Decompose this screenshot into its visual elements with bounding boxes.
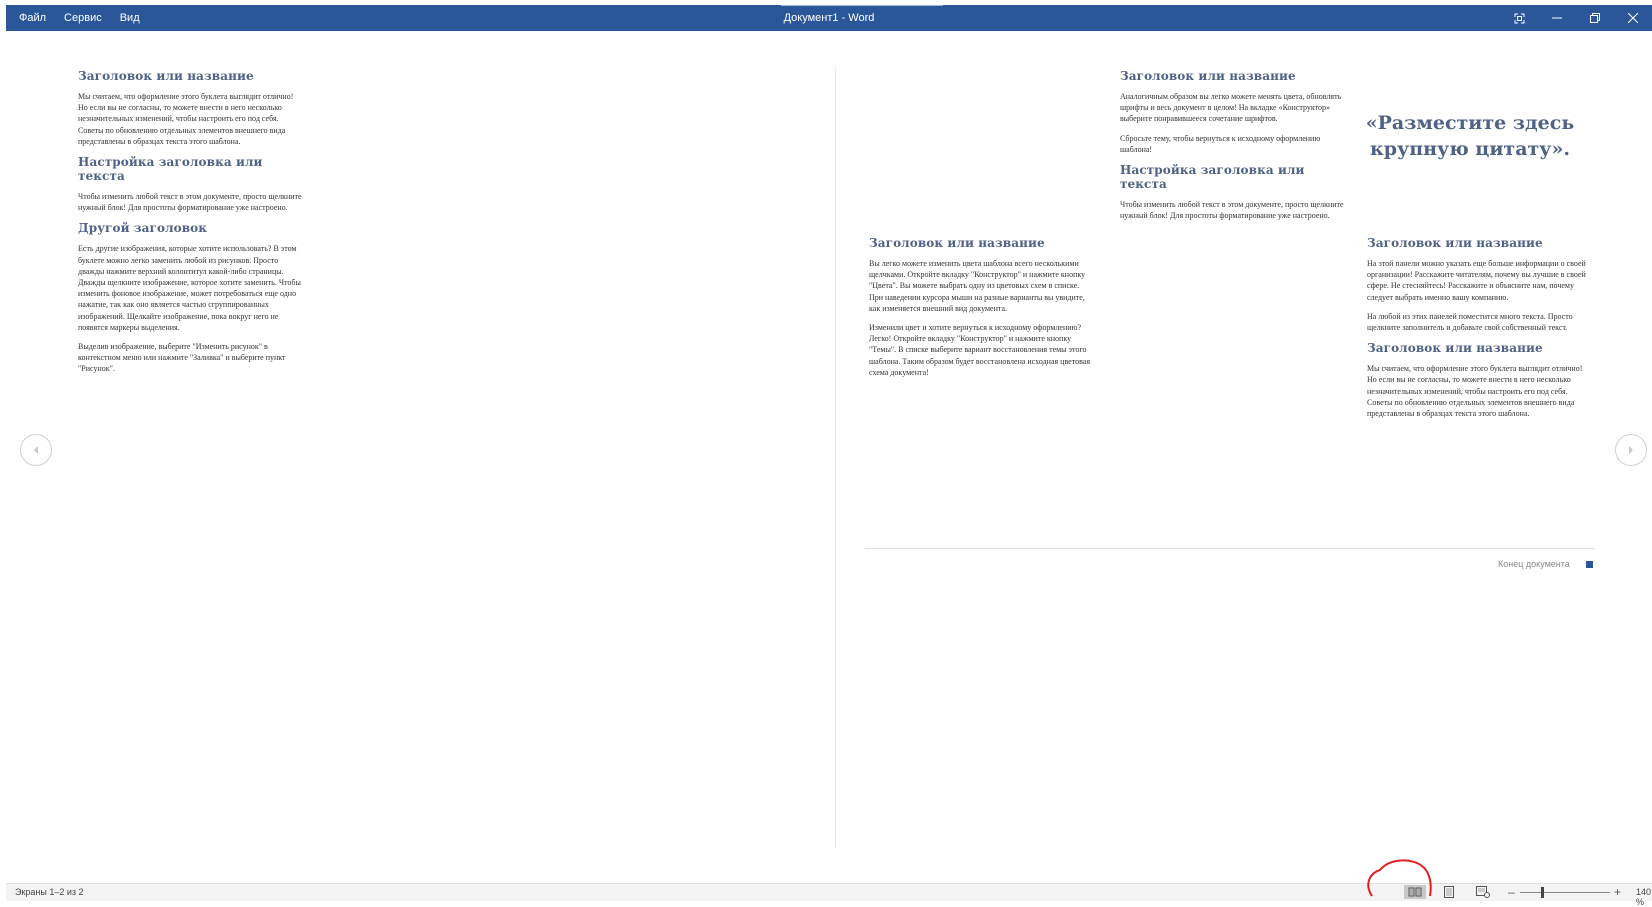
paragraph[interactable]: На этой панели можно указать еще больше … [1367, 258, 1591, 303]
chevron-left-icon [34, 446, 38, 454]
close-button[interactable] [1614, 5, 1652, 31]
web-layout-button[interactable] [1472, 885, 1494, 899]
window-controls [1500, 5, 1652, 31]
page-left: Заголовок или название Мы считаем, что о… [0, 31, 835, 881]
paragraph[interactable]: Мы считаем, что оформление этого буклета… [1367, 363, 1591, 419]
heading[interactable]: Настройка заголовка или текста [1120, 163, 1344, 191]
heading[interactable]: Заголовок или название [78, 69, 302, 83]
heading[interactable]: Заголовок или название [1120, 69, 1344, 83]
restore-icon [1590, 13, 1600, 23]
paragraph[interactable]: Мы считаем, что оформление этого буклета… [78, 91, 302, 147]
annotation-circle [1360, 850, 1460, 900]
zoom-in-button[interactable]: + [1614, 885, 1621, 899]
paragraph[interactable]: Аналогичным образом вы легко можете меня… [1120, 91, 1344, 125]
close-icon [1628, 13, 1638, 23]
heading[interactable]: Заголовок или название [1367, 341, 1591, 355]
paragraph[interactable]: На любой из этих панелей поместится мног… [1367, 311, 1591, 333]
zoom-level[interactable]: 140 % [1636, 887, 1652, 907]
title-bar: Файл Сервис Вид Документ1 - Word [6, 5, 1652, 31]
next-page-button[interactable] [1615, 434, 1647, 466]
restore-button[interactable] [1576, 5, 1614, 31]
chevron-right-icon [1629, 446, 1633, 454]
minimize-icon [1552, 17, 1562, 19]
web-layout-icon [1476, 886, 1490, 898]
paragraph[interactable]: Выделив изображение, выберите "Изменить … [78, 341, 302, 375]
page-right-column-1: Заголовок или название Вы легко можете и… [869, 236, 1093, 386]
zoom-slider-track[interactable] [1520, 892, 1610, 893]
end-of-document-label: Конец документа [1498, 559, 1570, 569]
end-divider [865, 548, 1595, 549]
page-separator [835, 68, 836, 848]
paragraph[interactable]: Сбросьте тему, чтобы вернуться к исходно… [1120, 133, 1344, 155]
pull-quote[interactable]: «Разместите здесь крупную цитату». [1360, 110, 1580, 162]
heading[interactable]: Настройка заголовка или текста [78, 155, 302, 183]
page-left-column: Заголовок или название Мы считаем, что о… [78, 69, 302, 383]
heading[interactable]: Заголовок или название [1367, 236, 1591, 250]
paragraph[interactable]: Есть другие изображения, которые хотите … [78, 243, 302, 333]
focus-mode-icon [1514, 13, 1524, 23]
paragraph[interactable]: Изменили цвет и хотите вернуться к исход… [869, 322, 1093, 378]
screen-count: Экраны 1–2 из 2 [15, 887, 84, 897]
page-right-column-3: Заголовок или название На этой панели мо… [1367, 236, 1591, 427]
zoom-out-button[interactable]: – [1508, 885, 1515, 899]
paragraph[interactable]: Чтобы изменить любой текст в этом докуме… [1120, 199, 1344, 221]
focus-mode-button[interactable] [1500, 5, 1538, 31]
minimize-button[interactable] [1538, 5, 1576, 31]
pull-quote-box: «Разместите здесь крупную цитату». [1360, 110, 1580, 162]
end-of-document-marker [1586, 561, 1593, 568]
paragraph[interactable]: Вы легко можете изменить цвета шаблона в… [869, 258, 1093, 314]
paragraph[interactable]: Чтобы изменить любой текст в этом докуме… [78, 191, 302, 213]
heading[interactable]: Другой заголовок [78, 221, 302, 235]
heading[interactable]: Заголовок или название [869, 236, 1093, 250]
window-title: Документ1 - Word [783, 12, 875, 24]
red-circle-annotation [1367, 859, 1432, 897]
zoom-slider-thumb[interactable] [1541, 887, 1544, 898]
previous-page-button[interactable] [20, 434, 52, 466]
page-right-column-2: Заголовок или название Аналогичным образ… [1120, 69, 1344, 229]
